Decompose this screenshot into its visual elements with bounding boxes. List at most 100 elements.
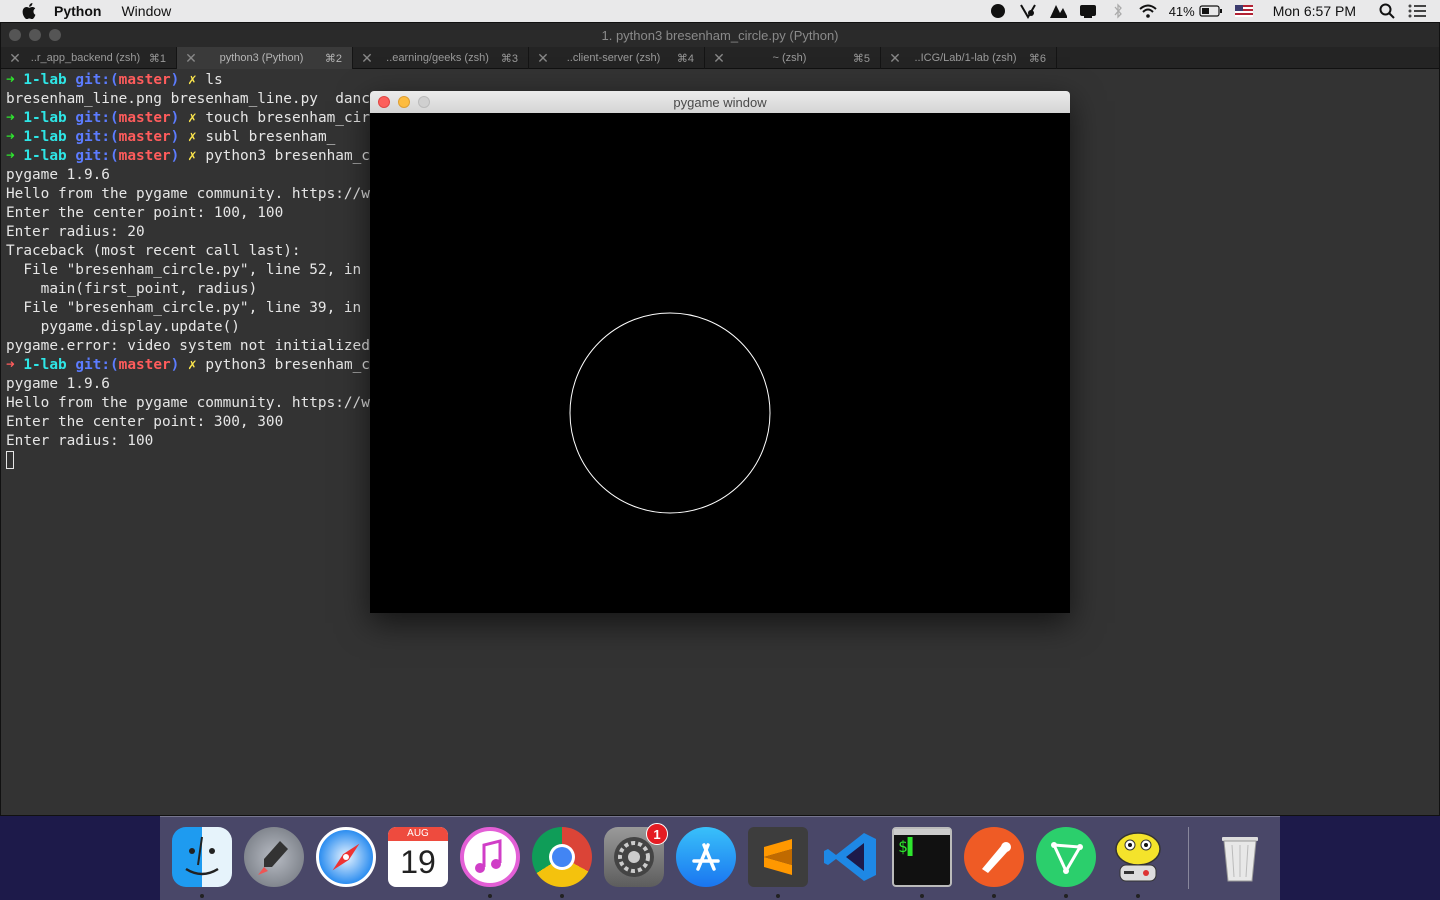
spotlight-search-icon[interactable] xyxy=(1378,3,1396,19)
itunes-icon[interactable] xyxy=(460,827,520,887)
send-app-icon[interactable] xyxy=(1036,827,1096,887)
pygame-snake-icon[interactable] xyxy=(1108,827,1168,887)
running-indicator xyxy=(488,894,492,898)
tab-close-icon[interactable]: ✕ xyxy=(9,50,21,67)
circle-status-icon[interactable] xyxy=(989,3,1007,19)
tab-shortcut: ⌘5 xyxy=(852,52,870,65)
terminal-titlebar[interactable]: 1. python3 bresenham_circle.py (Python) xyxy=(1,23,1439,47)
zoom-button[interactable] xyxy=(49,29,61,41)
running-indicator xyxy=(1064,894,1068,898)
iterm-prompt-icon: $▌ xyxy=(898,837,918,856)
tab-title: ..client-server (zsh) xyxy=(566,52,661,64)
menu-bar: Python Window 41% Mon 6:57 PM xyxy=(0,0,1440,22)
terminal-title: 1. python3 bresenham_circle.py (Python) xyxy=(601,27,839,43)
terminal-line: bresenham_line.png bresenham_line.py dan… xyxy=(6,90,405,109)
minimize-button[interactable] xyxy=(29,29,41,41)
sublime-text-icon[interactable] xyxy=(748,827,808,887)
app-name-menu[interactable]: Python xyxy=(54,3,101,19)
output-text: Traceback (most recent call last): xyxy=(6,243,301,259)
terminal-line: pygame 1.9.6 xyxy=(6,375,405,394)
terminal-tab[interactable]: ✕ ..client-server (zsh) ⌘4 xyxy=(529,47,705,69)
calendar-icon[interactable]: AUG 19 xyxy=(388,827,448,887)
trash-icon[interactable] xyxy=(1210,827,1270,887)
tab-shortcut: ⌘6 xyxy=(1028,52,1046,65)
app-store-icon[interactable] xyxy=(676,827,736,887)
pygame-close-button[interactable] xyxy=(378,96,390,108)
output-text: File "bresenham_circle.py", line 52, in … xyxy=(6,262,405,278)
bluetooth-icon[interactable] xyxy=(1109,3,1127,19)
wifi-icon[interactable] xyxy=(1139,3,1157,19)
terminal-line: Enter the center point: 100, 100 xyxy=(6,204,405,223)
clock[interactable]: Mon 6:57 PM xyxy=(1273,3,1356,19)
iterm-icon[interactable]: $▌ xyxy=(892,827,952,887)
terminal-tab[interactable]: ✕ ..ICG/Lab/1-lab (zsh) ⌘6 xyxy=(881,47,1057,69)
tab-shortcut: ⌘4 xyxy=(676,52,694,65)
close-button[interactable] xyxy=(9,29,21,41)
pygame-zoom-button[interactable] xyxy=(418,96,430,108)
output-text: main(first_point, radius) xyxy=(6,281,258,297)
terminal-line: Hello from the pygame community. https:/… xyxy=(6,185,405,204)
terminal-line: ➜ 1-lab git:(master) ✗ ls xyxy=(6,71,405,90)
terminal-line: ➜ 1-lab git:(master) ✗ subl bresenham_ xyxy=(6,128,405,147)
calendar-month: AUG xyxy=(388,827,448,841)
prompt-git-close: ) xyxy=(170,148,180,164)
pygame-canvas[interactable] xyxy=(370,113,1070,613)
vscode-icon[interactable] xyxy=(820,827,880,887)
prompt-arrow: ➜ xyxy=(6,129,15,145)
mountain-status-icon[interactable] xyxy=(1049,3,1067,19)
tab-close-icon[interactable]: ✕ xyxy=(537,50,549,67)
prompt-git-close: ) xyxy=(170,72,180,88)
prompt-dir: 1-lab xyxy=(23,129,67,145)
launchpad-icon[interactable] xyxy=(244,827,304,887)
tab-close-icon[interactable]: ✕ xyxy=(185,50,197,67)
terminal-line: Traceback (most recent call last): xyxy=(6,242,405,261)
prompt-git-close: ) xyxy=(170,110,180,126)
tab-close-icon[interactable]: ✕ xyxy=(889,50,901,67)
tab-title: python3 (Python) xyxy=(219,52,304,64)
terminal-line: ➜ 1-lab git:(master) ✗ python3 bresenham… xyxy=(6,356,405,375)
prompt-dirty-mark: ✗ xyxy=(188,148,197,164)
us-flag-input-icon[interactable] xyxy=(1234,3,1253,19)
prompt-dirty-mark: ✗ xyxy=(188,72,197,88)
tab-title: ..r_app_backend (zsh) xyxy=(30,52,141,64)
prompt-dirty-mark: ✗ xyxy=(188,357,197,373)
postman-icon[interactable] xyxy=(964,827,1024,887)
pygame-window: pygame window xyxy=(370,91,1070,613)
terminal-line: ➜ 1-lab git:(master) ✗ python3 bresenham… xyxy=(6,147,405,166)
terminal-output[interactable]: ➜ 1-lab git:(master) ✗ ls bresenham_line.… xyxy=(6,71,405,470)
notification-status-icon[interactable] xyxy=(1079,3,1097,19)
apple-menu-icon[interactable] xyxy=(20,2,38,20)
tab-close-icon[interactable]: ✕ xyxy=(361,50,373,67)
safari-icon[interactable] xyxy=(316,827,376,887)
prompt-arrow: ➜ xyxy=(6,148,15,164)
window-menu[interactable]: Window xyxy=(121,3,171,19)
system-preferences-icon[interactable]: 1 xyxy=(604,823,668,887)
terminal-tab[interactable]: ✕ ~ (zsh) ⌘5 xyxy=(705,47,881,69)
terminal-tab[interactable]: ✕ ..earning/geeks (zsh) ⌘3 xyxy=(353,47,529,69)
terminal-line: Hello from the pygame community. https:/… xyxy=(6,394,405,413)
tab-shortcut: ⌘2 xyxy=(324,52,342,65)
running-indicator xyxy=(776,894,780,898)
terminal-tab-bar: ✕ ..r_app_backend (zsh) ⌘1 ✕ python3 (Python… xyxy=(1,47,1439,69)
finder-icon[interactable] xyxy=(172,827,232,887)
output-text: pygame 1.9.6 xyxy=(6,376,110,392)
notification-center-icon[interactable] xyxy=(1408,3,1426,19)
running-indicator xyxy=(920,894,924,898)
terminal-tab[interactable]: ✕ ..r_app_backend (zsh) ⌘1 xyxy=(1,47,177,69)
terminal-tab[interactable]: ✕ python3 (Python) ⌘2 xyxy=(177,47,353,69)
terminal-line: Enter radius: 20 xyxy=(6,223,405,242)
output-text: pygame.display.update() xyxy=(6,319,240,335)
pygame-title: pygame window xyxy=(673,94,767,110)
command-text: touch bresenham_circle xyxy=(205,110,396,126)
tab-close-icon[interactable]: ✕ xyxy=(713,50,725,67)
running-indicator xyxy=(200,894,204,898)
route-status-icon[interactable] xyxy=(1019,3,1037,19)
pygame-minimize-button[interactable] xyxy=(398,96,410,108)
drawn-circle xyxy=(569,312,771,514)
terminal-line: ➜ 1-lab git:(master) ✗ touch bresenham_c… xyxy=(6,109,405,128)
prompt-git-label: git:( xyxy=(75,357,119,373)
pygame-titlebar[interactable]: pygame window xyxy=(370,91,1070,113)
battery-icon[interactable] xyxy=(1199,3,1223,19)
chrome-icon[interactable] xyxy=(532,827,592,887)
prompt-dir: 1-lab xyxy=(23,72,67,88)
